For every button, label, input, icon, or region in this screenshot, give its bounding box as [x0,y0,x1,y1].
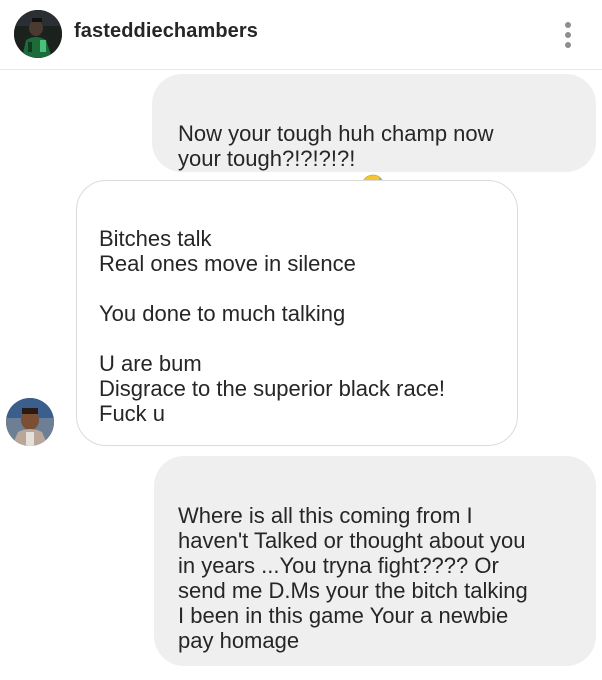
message-bubble-outgoing[interactable]: Now your tough huh champ now your tough?… [152,74,596,303]
emoji-row [361,147,388,303]
profile-photo-icon [14,10,62,58]
sender-avatar[interactable] [6,398,54,446]
message-text: Bitches talk Real ones move in silence Y… [99,226,446,426]
profile-avatar[interactable] [14,10,62,58]
message-text: Where is all this coming from I haven't … [178,503,528,653]
message-bubble-incoming[interactable]: Bitches talk Real ones move in silence Y… [76,180,518,446]
chat-header: fasteddiechambers [0,0,602,70]
message-bubble-outgoing[interactable]: Where is all this coming from I haven't … [154,456,596,666]
message-text: Now your tough huh champ now your tough?… [178,121,494,171]
more-vertical-icon[interactable] [558,20,578,50]
chat-username[interactable]: fasteddiechambers [74,20,258,43]
sender-photo-icon [6,398,54,446]
